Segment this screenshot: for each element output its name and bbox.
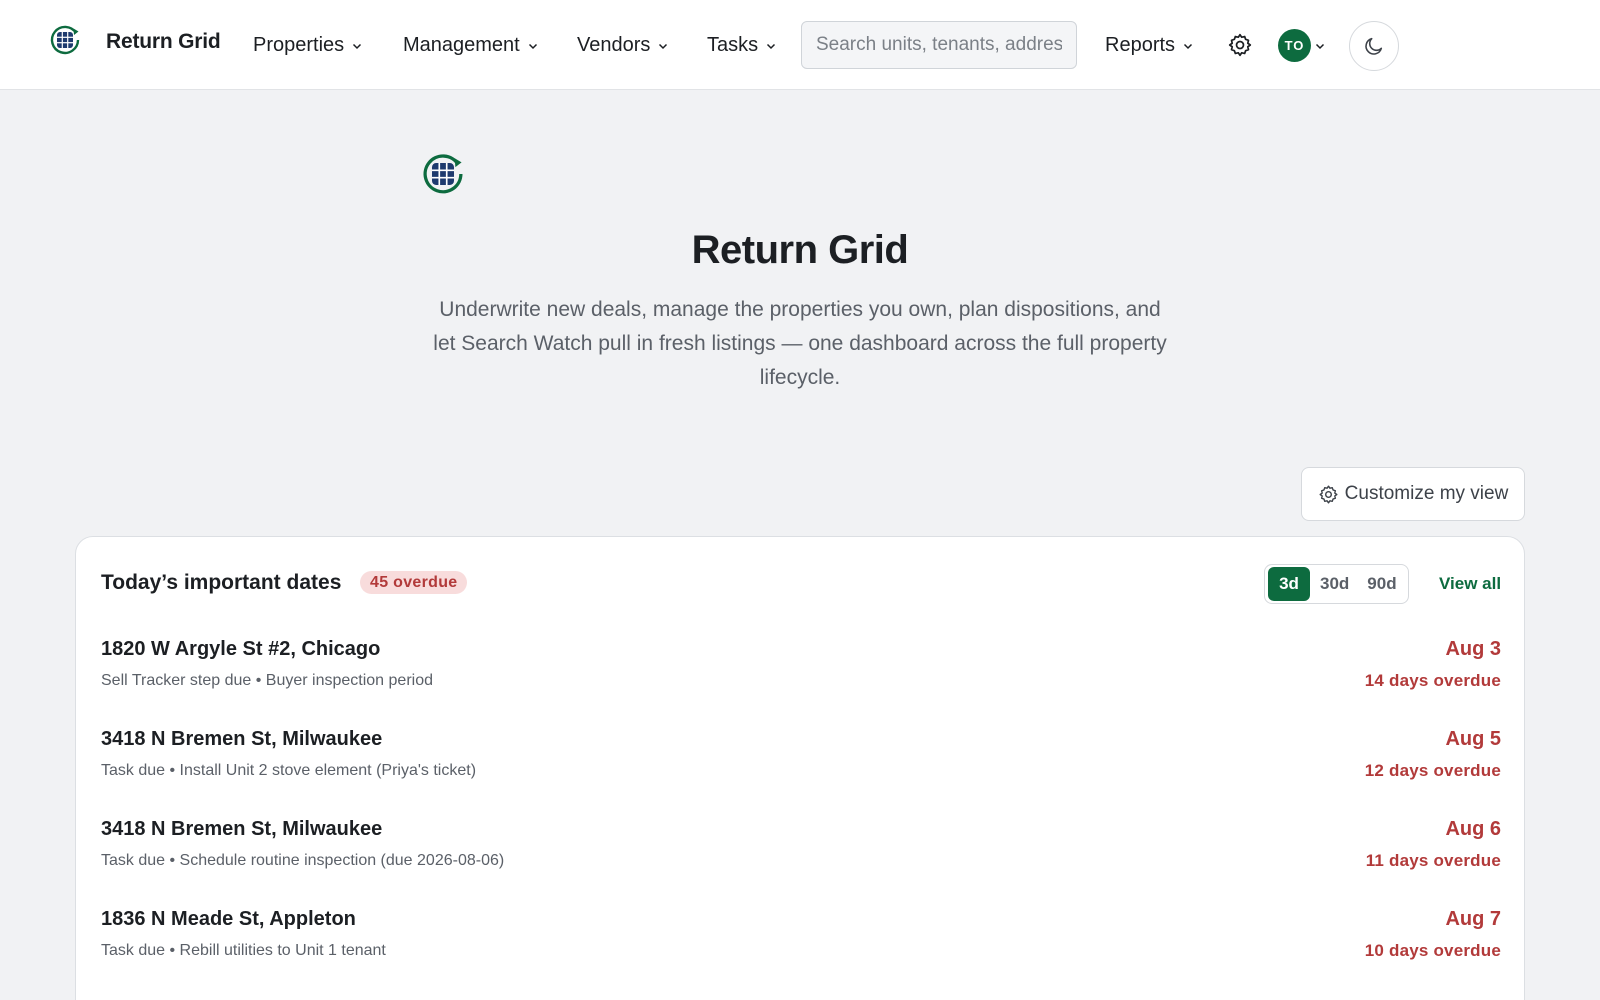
brand-name[interactable]: Return Grid xyxy=(106,30,221,54)
row-address: 1836 N Meade St, Appleton xyxy=(101,908,356,930)
row-description: Sell Tracker step due • Buyer inspection… xyxy=(101,672,433,689)
range-selector: 3d 30d 90d xyxy=(1264,564,1409,604)
range-3d-button[interactable]: 3d xyxy=(1268,567,1310,601)
nav-reports-label: Reports xyxy=(1105,34,1176,56)
nav-tasks-label: Tasks xyxy=(707,34,759,56)
row-overdue: 12 days overdue xyxy=(1364,761,1501,780)
moon-icon xyxy=(1365,37,1383,55)
top-navigation: Return Grid Properties Management Vendor… xyxy=(0,0,1600,90)
view-all-link[interactable]: View all xyxy=(1439,574,1501,594)
row-date: Aug 6 xyxy=(1445,818,1501,840)
gear-icon[interactable] xyxy=(1227,32,1253,58)
row-overdue: 10 days overdue xyxy=(1364,941,1501,960)
list-item[interactable]: 3418 N Bremen St, Milwaukee Task due • S… xyxy=(101,818,1501,898)
nav-management[interactable]: Management xyxy=(403,34,538,57)
row-address: 3418 N Bremen St, Milwaukee xyxy=(101,728,383,750)
search-input[interactable] xyxy=(801,21,1077,69)
page-title: Return Grid xyxy=(691,228,909,272)
chevron-down-icon xyxy=(528,43,537,49)
range-90d-button[interactable]: 90d xyxy=(1359,567,1404,601)
chevron-down-icon xyxy=(1315,43,1325,49)
card-title: Today’s important dates xyxy=(101,571,342,594)
row-address: 1820 W Argyle St #2, Chicago xyxy=(101,638,381,660)
nav-reports[interactable]: Reports xyxy=(1105,34,1193,57)
row-date: Aug 7 xyxy=(1445,908,1501,930)
chevron-down-icon xyxy=(767,43,776,49)
grid-logo-icon[interactable] xyxy=(49,24,81,56)
row-overdue: 14 days overdue xyxy=(1364,671,1501,690)
row-description: Task due • Schedule routine inspection (… xyxy=(101,852,505,869)
avatar: TO xyxy=(1278,29,1311,62)
range-30d-button[interactable]: 30d xyxy=(1312,567,1357,601)
user-menu[interactable]: TO xyxy=(1278,29,1325,62)
chevron-down-icon xyxy=(353,43,362,49)
grid-logo-icon xyxy=(423,154,463,194)
list-item[interactable]: 1836 N Meade St, Appleton Task due • Reb… xyxy=(101,908,1501,988)
row-description: Task due • Rebill utilities to Unit 1 te… xyxy=(101,942,386,959)
nav-properties-label: Properties xyxy=(253,34,345,56)
important-dates-card: Today’s important dates 45 overdue 3d 30… xyxy=(75,536,1525,1000)
overdue-badge: 45 overdue xyxy=(360,571,468,594)
row-address: 3418 N Bremen St, Milwaukee xyxy=(101,818,383,840)
customize-view-button[interactable]: Customize my view xyxy=(1301,467,1525,521)
list-item[interactable]: 1820 W Argyle St #2, Chicago Sell Tracke… xyxy=(101,638,1501,718)
page-subtitle: Underwrite new deals, manage the propert… xyxy=(433,298,1167,389)
gear-icon xyxy=(1319,484,1338,504)
row-description: Task due • Install Unit 2 stove element … xyxy=(101,762,477,779)
row-overdue: 11 days overdue xyxy=(1365,851,1501,870)
customize-view-label: Customize my view xyxy=(1344,483,1509,504)
theme-toggle-button[interactable] xyxy=(1349,21,1399,71)
nav-properties[interactable]: Properties xyxy=(253,34,362,57)
chevron-down-icon xyxy=(659,43,668,49)
chevron-down-icon xyxy=(1184,43,1193,49)
nav-vendors-label: Vendors xyxy=(577,34,651,56)
row-date: Aug 3 xyxy=(1445,638,1501,660)
list-item[interactable]: 3418 N Bremen St, Milwaukee Task due • I… xyxy=(101,728,1501,808)
nav-management-label: Management xyxy=(403,34,520,56)
nav-tasks[interactable]: Tasks xyxy=(707,34,776,57)
row-date: Aug 5 xyxy=(1445,728,1501,750)
nav-vendors[interactable]: Vendors xyxy=(577,34,668,57)
